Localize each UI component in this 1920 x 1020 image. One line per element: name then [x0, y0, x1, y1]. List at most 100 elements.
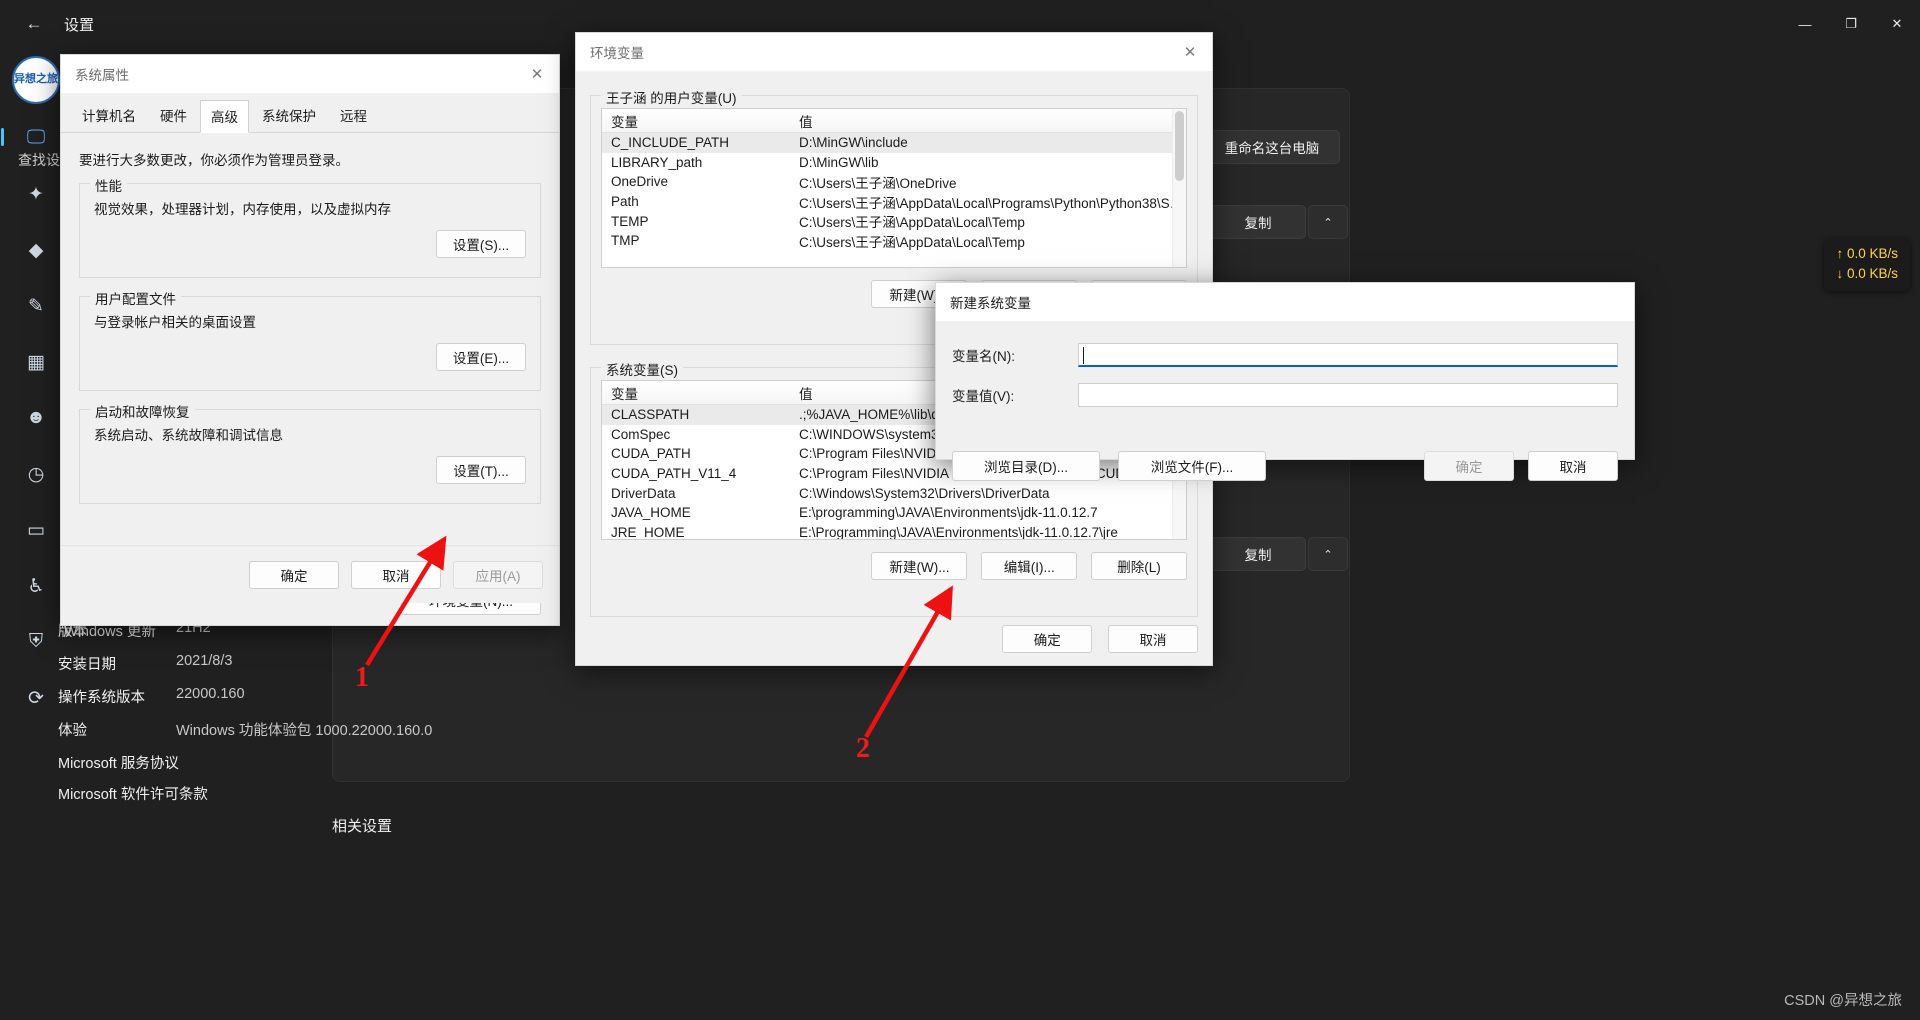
- tab-hardware[interactable]: 硬件: [149, 99, 198, 132]
- watermark: CSDN @异想之旅: [1784, 989, 1902, 1010]
- about-key: 安装日期: [58, 653, 176, 674]
- performance-settings-button[interactable]: 设置(S)...: [436, 230, 526, 258]
- system-edit-button[interactable]: 编辑(I)...: [981, 552, 1077, 580]
- maximize-button[interactable]: ❐: [1828, 0, 1874, 48]
- avatar[interactable]: 异想之旅: [12, 56, 60, 104]
- system-variables-legend: 系统变量(S): [601, 359, 683, 379]
- ok-button[interactable]: 确定: [1424, 451, 1514, 481]
- copy-button-windows[interactable]: 复制: [1210, 537, 1306, 571]
- user-profiles-group: 用户配置文件 与登录帐户相关的桌面设置 设置(E)...: [79, 296, 541, 391]
- tab-computer-name[interactable]: 计算机名: [71, 99, 147, 132]
- close-icon[interactable]: ✕: [1168, 33, 1212, 71]
- cell-variable: CUDA_PATH_V11_4: [602, 466, 790, 481]
- column-header-value[interactable]: 值: [790, 111, 1186, 131]
- tab-system-protection[interactable]: 系统保护: [251, 99, 327, 132]
- about-value: Windows 功能体验包 1000.22000.160.0: [176, 719, 432, 740]
- cancel-button[interactable]: 取消: [1528, 451, 1618, 481]
- group-desc-startup-recovery: 系统启动、系统故障和调试信息: [94, 424, 526, 444]
- ok-button[interactable]: 确定: [249, 561, 339, 589]
- variable-name-row: 变量名(N):: [952, 343, 1618, 367]
- chevron-up-icon-windows[interactable]: ⌃: [1308, 537, 1348, 571]
- copy-button-device[interactable]: 复制: [1210, 205, 1306, 239]
- cell-variable: C_INCLUDE_PATH: [602, 135, 790, 150]
- dialog-footer: 确定 取消: [1002, 625, 1198, 653]
- close-icon[interactable]: ✕: [515, 55, 559, 93]
- ok-button[interactable]: 确定: [1002, 625, 1092, 653]
- cell-value: D:\MinGW\lib: [790, 155, 1186, 170]
- startup-recovery-settings-button[interactable]: 设置(T)...: [436, 456, 526, 484]
- user-variables-legend: 王子涵 的用户变量(U): [601, 87, 742, 107]
- browse-file-button[interactable]: 浏览文件(F)...: [1118, 451, 1266, 481]
- table-row[interactable]: OneDrive C:\Users\王子涵\OneDrive: [602, 172, 1186, 192]
- about-key: 体验: [58, 719, 176, 740]
- system-new-button[interactable]: 新建(W)...: [871, 552, 967, 580]
- column-header-variable[interactable]: 变量: [602, 111, 790, 131]
- cell-value: C:\Users\王子涵\OneDrive: [790, 172, 1186, 192]
- user-variables-list[interactable]: 变量 值 C_INCLUDE_PATH D:\MinGW\include LIB…: [601, 108, 1187, 268]
- privacy-icon[interactable]: ⛨: [14, 620, 58, 664]
- rename-pc-button[interactable]: 重命名这台电脑: [1204, 130, 1340, 164]
- cell-variable: ComSpec: [602, 427, 790, 442]
- cell-variable: TMP: [602, 233, 790, 248]
- back-arrow-icon[interactable]: ←: [14, 8, 54, 40]
- minimize-button[interactable]: —: [1782, 0, 1828, 48]
- accounts-icon[interactable]: ☻: [14, 396, 58, 440]
- accessibility-icon[interactable]: ♿: [14, 564, 58, 608]
- dialog-footer: 确定 取消 应用(A): [61, 545, 559, 603]
- scrollbar-thumb[interactable]: [1175, 111, 1184, 181]
- system-delete-button[interactable]: 删除(L): [1091, 552, 1187, 580]
- cancel-button[interactable]: 取消: [351, 561, 441, 589]
- cancel-button[interactable]: 取消: [1108, 625, 1198, 653]
- table-row[interactable]: TMP C:\Users\王子涵\AppData\Local\Temp: [602, 231, 1186, 251]
- table-row[interactable]: JAVA_HOME E:\programming\JAVA\Environmen…: [602, 503, 1186, 523]
- close-button[interactable]: ✕: [1874, 0, 1920, 48]
- browse-directory-button[interactable]: 浏览目录(D)...: [952, 451, 1100, 481]
- variable-value-row: 变量值(V):: [952, 383, 1618, 407]
- apps-icon[interactable]: ▦: [14, 340, 58, 384]
- table-row[interactable]: Path C:\Users\王子涵\AppData\Local\Programs…: [602, 192, 1186, 212]
- cell-variable: CUDA_PATH: [602, 446, 790, 461]
- group-desc-performance: 视觉效果，处理器计划，内存使用，以及虚拟内存: [94, 198, 526, 218]
- dialog-titlebar: 环境变量 ✕: [576, 33, 1212, 71]
- vertical-scrollbar[interactable]: [1172, 109, 1186, 267]
- table-row[interactable]: DriverData C:\Windows\System32\Drivers\D…: [602, 483, 1186, 503]
- tab-advanced[interactable]: 高级: [200, 100, 249, 133]
- browse-button-row: 浏览目录(D)... 浏览文件(F)...: [952, 451, 1266, 481]
- tab-remote[interactable]: 远程: [329, 99, 378, 132]
- table-row[interactable]: LIBRARY_path D:\MinGW\lib: [602, 153, 1186, 173]
- upload-speed: ↑ 0.0 KB/s: [1836, 244, 1898, 264]
- cell-variable: DriverData: [602, 486, 790, 501]
- cell-value: C:\Users\王子涵\AppData\Local\Temp: [790, 211, 1186, 231]
- time-icon[interactable]: ◷: [14, 452, 58, 496]
- apply-button[interactable]: 应用(A): [453, 561, 543, 589]
- link-license-terms[interactable]: Microsoft 软件许可条款: [58, 783, 208, 804]
- link-services-agreement[interactable]: Microsoft 服务协议: [58, 752, 179, 773]
- chevron-up-icon-device[interactable]: ⌃: [1308, 205, 1348, 239]
- network-icon[interactable]: ◆: [14, 228, 58, 272]
- about-row-os-build: 操作系统版本 22000.160: [58, 686, 245, 707]
- cell-variable: TEMP: [602, 214, 790, 229]
- bluetooth-icon[interactable]: ✦: [14, 172, 58, 216]
- table-row[interactable]: JRE_HOME E:\Programming\JAVA\Environment…: [602, 523, 1186, 540]
- gaming-icon[interactable]: ▭: [14, 508, 58, 552]
- variable-value-input[interactable]: [1078, 383, 1618, 407]
- new-system-variable-dialog: 新建系统变量 变量名(N): 变量值(V): 浏览目录(D)... 浏览文件(F…: [935, 282, 1635, 460]
- page-title: 设置: [64, 14, 94, 35]
- table-row[interactable]: TEMP C:\Users\王子涵\AppData\Local\Temp: [602, 211, 1186, 231]
- user-profiles-settings-button[interactable]: 设置(E)...: [436, 343, 526, 371]
- group-legend-user-profiles: 用户配置文件: [90, 288, 181, 308]
- cell-variable: LIBRARY_path: [602, 155, 790, 170]
- text-cursor: [1083, 347, 1084, 364]
- download-speed: ↓ 0.0 KB/s: [1836, 264, 1898, 284]
- update-icon[interactable]: ⟳: [14, 676, 58, 720]
- cell-variable: JAVA_HOME: [602, 505, 790, 520]
- about-row-install-date: 安装日期 2021/8/3: [58, 653, 232, 674]
- about-value: 22000.160: [176, 686, 245, 707]
- cell-variable: OneDrive: [602, 174, 790, 189]
- cell-value: D:\MinGW\include: [790, 135, 1186, 150]
- personalization-icon[interactable]: ✎: [14, 284, 58, 328]
- column-header-variable[interactable]: 变量: [602, 383, 790, 403]
- table-row[interactable]: C_INCLUDE_PATH D:\MinGW\include: [602, 133, 1186, 153]
- variable-name-input[interactable]: [1078, 343, 1618, 367]
- dialog-title: 环境变量: [590, 42, 644, 62]
